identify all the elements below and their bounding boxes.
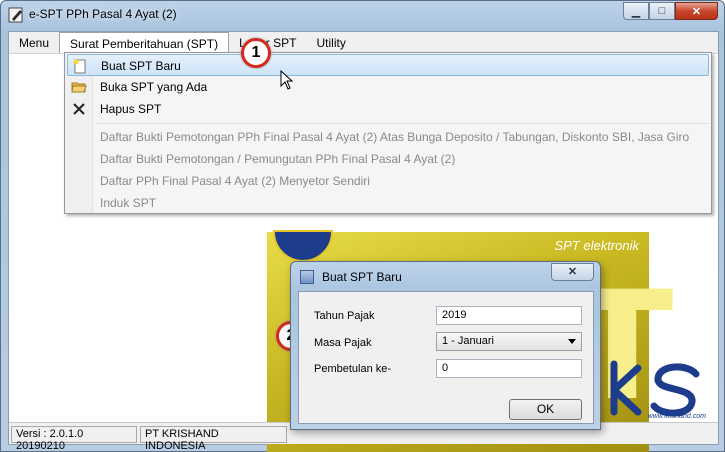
emblem-logo [273, 230, 333, 262]
ok-button[interactable]: OK [509, 399, 582, 420]
tahun-pajak-input[interactable]: 2019 [436, 306, 582, 325]
menu-item-daftar-bukti-pemungutan[interactable]: Daftar Bukti Pemotongan / Pemungutan PPh… [67, 148, 709, 170]
banner-subtitle: SPT elektronik [554, 238, 639, 253]
delete-x-icon [73, 103, 85, 115]
title-bar[interactable]: e-SPT PPh Pasal 4 Ayat (2) ▁ □ ✕ [1, 1, 724, 29]
new-document-icon [73, 59, 86, 74]
masa-pajak-select[interactable]: 1 - Januari [436, 332, 582, 351]
app-icon [8, 7, 23, 23]
menu-item-buka-spt[interactable]: Buka SPT yang Ada [67, 76, 709, 98]
menu-item-buat-spt-baru[interactable]: Buat SPT Baru [67, 54, 709, 76]
tahun-pajak-label: Tahun Pajak [314, 310, 375, 322]
menu-surat-pemberitahuan[interactable]: Surat Pemberitahuan (SPT) [59, 32, 230, 53]
menu-separator [97, 123, 709, 124]
dropdown-arrow-icon [568, 339, 576, 344]
pembetulan-label: Pembetulan ke- [314, 363, 392, 375]
dialog-icon [300, 270, 314, 284]
masa-pajak-value: 1 - Januari [442, 335, 494, 347]
step-badge-1: 1 [241, 38, 271, 68]
menu-item-daftar-menyetor-sendiri[interactable]: Daftar PPh Final Pasal 4 Ayat (2) Menyet… [67, 170, 709, 192]
status-company: PT KRISHAND INDONESIA [140, 426, 287, 452]
mouse-cursor-icon [280, 70, 294, 90]
dialog-body: Tahun Pajak 2019 Masa Pajak 1 - Januari … [298, 291, 594, 424]
menu-utility[interactable]: Utility [306, 32, 355, 53]
menu-menu[interactable]: Menu [9, 32, 59, 53]
dialog-title: Buat SPT Baru [322, 270, 402, 284]
buat-spt-baru-dialog: Buat SPT Baru ✕ Tahun Pajak 2019 Masa Pa… [290, 261, 601, 430]
dialog-close-button[interactable]: ✕ [551, 263, 594, 281]
pembetulan-input[interactable]: 0 [436, 359, 582, 378]
minimize-button[interactable]: ▁ [623, 2, 649, 20]
status-version: Versi : 2.0.1.0 20190210 [11, 426, 137, 452]
open-folder-icon [71, 82, 87, 93]
masa-pajak-label: Masa Pajak [314, 337, 372, 349]
menu-item-induk-spt[interactable]: Induk SPT [67, 192, 709, 214]
menu-bar: Menu Surat Pemberitahuan (SPT) Lapor SPT… [9, 32, 718, 54]
spt-dropdown-menu: Buat SPT Baru Buka SPT yang Ada Hapus SP… [64, 52, 712, 214]
ks-watermark-url: www.krishand.com [647, 413, 706, 420]
close-button[interactable]: ✕ [675, 2, 718, 20]
menu-item-hapus-spt[interactable]: Hapus SPT [67, 98, 709, 120]
menu-item-daftar-bukti-bunga[interactable]: Daftar Bukti Pemotongan PPh Final Pasal … [67, 126, 709, 148]
caption-buttons: ▁ □ ✕ [623, 2, 718, 20]
maximize-button[interactable]: □ [649, 2, 675, 20]
window-title: e-SPT PPh Pasal 4 Ayat (2) [29, 7, 177, 21]
